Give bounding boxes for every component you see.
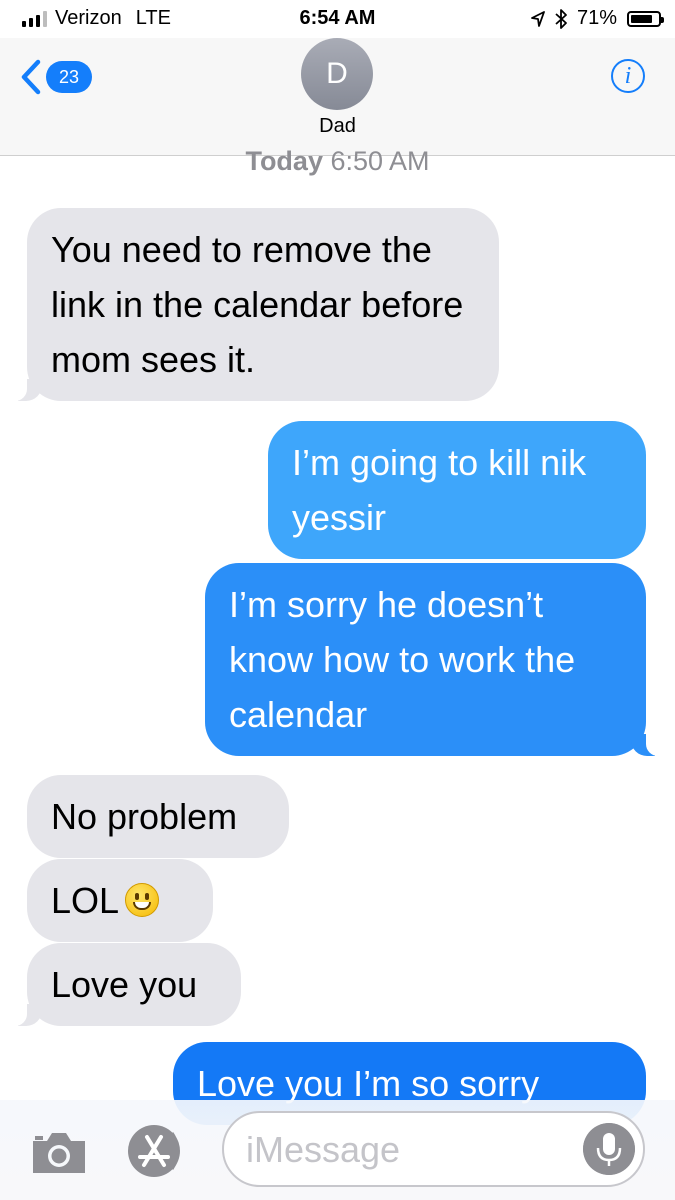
battery-icon [627,10,664,27]
timestamp-day: Today [245,146,323,176]
outgoing-message-bubble[interactable]: I’m going to kill nik yessir [268,421,646,559]
app-store-icon[interactable] [126,1123,186,1179]
location-arrow-icon [531,10,545,27]
grinning-face-emoji-icon [125,883,160,917]
incoming-message-bubble[interactable]: No problem [27,775,289,858]
message-timestamp: Today 6:50 AM [0,146,675,177]
messages-screen: Verizon LTE 6:54 AM 71% 23 D Dad i Today… [0,0,675,1200]
status-bar: Verizon LTE 6:54 AM 71% [0,0,675,38]
chevron-left-icon [21,59,41,95]
status-right: 71% [531,7,664,30]
microphone-icon[interactable] [583,1123,635,1175]
incoming-message-bubble[interactable]: Love you [7,943,241,1026]
incoming-message-bubble[interactable]: You need to remove the link in the calen… [7,208,499,401]
back-button[interactable]: 23 [20,59,92,95]
imessage-input-field[interactable] [222,1111,645,1187]
message-composer-bar [0,1100,675,1200]
avatar[interactable]: D [301,38,373,110]
camera-icon[interactable] [29,1127,89,1177]
incoming-message-bubble[interactable]: LOL [27,859,213,942]
conversation-header: 23 D Dad i [0,38,675,156]
message-text: LOL [51,880,120,921]
timestamp-time: 6:50 AM [330,146,430,176]
message-input[interactable] [244,1127,588,1173]
bluetooth-icon [555,8,567,29]
unread-count-badge: 23 [46,61,92,93]
outgoing-message-bubble[interactable]: I’m sorry he doesn’t know how to work th… [205,563,666,756]
info-icon[interactable]: i [611,59,645,93]
battery-percent: 71% [576,7,617,29]
contact-name[interactable]: Dad [0,115,675,138]
